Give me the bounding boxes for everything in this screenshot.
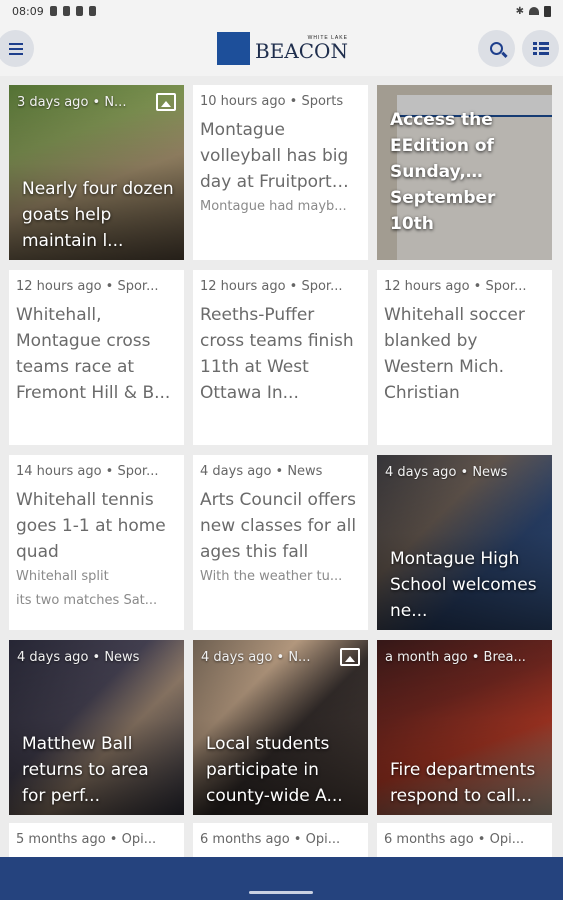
search-button[interactable] (478, 30, 515, 67)
article-title: Local students participate in county-wid… (206, 734, 343, 806)
battery-icon (544, 5, 551, 17)
article-card[interactable]: 12 hours ago • Spor... Whitehall soccer … (377, 270, 552, 445)
article-meta: 12 hours ago • Spor... (16, 279, 159, 294)
status-time: 08:09 (12, 4, 44, 18)
article-meta: 4 days ago • News (385, 465, 508, 480)
article-card[interactable]: 14 hours ago • Spor... Whitehall tennis … (9, 455, 184, 630)
logo-name: BEACON (255, 39, 348, 63)
article-meta: 14 hours ago • Spor... (16, 464, 159, 479)
article-card[interactable]: 4 days ago • News Montague High School w… (377, 455, 552, 630)
search-icon (490, 42, 503, 55)
article-excerpt: Whitehall split (16, 569, 109, 584)
article-meta: a month ago • Brea... (385, 650, 526, 665)
notification-icon (62, 6, 70, 16)
article-card[interactable]: 4 days ago • News Matthew Ball returns t… (9, 640, 184, 815)
article-card[interactable]: 10 hours ago • Sports Montague volleybal… (193, 85, 368, 260)
app-bar: WHITE LAKE BEACON (0, 22, 563, 76)
article-card[interactable]: 4 days ago • News Arts Council offers ne… (193, 455, 368, 630)
article-meta: 4 days ago • News (17, 650, 140, 665)
article-title: Whitehall tennis goes 1-1 at home quad (16, 490, 166, 562)
article-title: Montague High School welcomes ne... (390, 549, 537, 621)
article-excerpt: Montague had mayb... (200, 199, 347, 214)
article-card[interactable]: 3 days ago • N... Nearly four dozen goat… (9, 85, 184, 260)
notification-icon (88, 6, 96, 16)
article-meta: 4 days ago • News (200, 464, 323, 479)
article-meta: 5 months ago • Opi... (16, 832, 157, 847)
article-excerpt: With the weather tu... (200, 569, 343, 584)
article-title: Montague volleyball has big day at Fruit… (200, 120, 349, 192)
article-title: Nearly four dozen goats help maintain l.… (22, 179, 174, 251)
article-meta: 10 hours ago • Sports (200, 94, 344, 109)
home-gesture-handle[interactable] (249, 891, 313, 894)
article-meta: 12 hours ago • Spor... (200, 279, 343, 294)
article-excerpt: its two matches Sat... (16, 593, 158, 608)
gallery-icon (156, 93, 176, 111)
article-title: Arts Council offers new classes for all … (200, 490, 357, 562)
eedition-card[interactable]: Access the EEdition of Sunday, September… (377, 85, 552, 260)
logo-mark (217, 32, 250, 65)
article-title: Reeths-Puffer cross teams finish 11th at… (200, 305, 354, 403)
sections-button[interactable] (522, 30, 559, 67)
gallery-icon (340, 648, 360, 666)
article-meta: 6 months ago • Opi... (200, 832, 341, 847)
article-meta: 6 months ago • Opi... (384, 832, 525, 847)
wifi-icon (529, 7, 539, 15)
article-title: Matthew Ball returns to area for perf... (22, 734, 149, 806)
eedition-title: Access the EEdition of Sunday, September… (390, 110, 496, 234)
hamburger-icon (8, 40, 23, 58)
system-navigation-bar (0, 857, 563, 900)
article-card[interactable]: 12 hours ago • Spor... Reeths-Puffer cro… (193, 270, 368, 445)
article-title: Whitehall, Montague cross teams race at … (16, 305, 171, 403)
article-card[interactable]: 4 days ago • N... Local students partici… (193, 640, 368, 815)
article-meta: 4 days ago • N... (201, 650, 311, 665)
beacon-logo[interactable]: WHITE LAKE BEACON (217, 32, 348, 65)
notification-icon (75, 6, 83, 16)
article-meta: 3 days ago • N... (17, 95, 127, 110)
bluetooth-icon: ✱ (515, 5, 524, 17)
list-icon (532, 42, 549, 55)
article-meta: 12 hours ago • Spor... (384, 279, 527, 294)
article-card[interactable]: a month ago • Brea... Fire departments r… (377, 640, 552, 815)
mail-icon (49, 6, 57, 16)
article-card[interactable]: 12 hours ago • Spor... Whitehall, Montag… (9, 270, 184, 445)
menu-button[interactable] (0, 30, 34, 67)
article-title: Whitehall soccer blanked by Western Mich… (384, 305, 525, 403)
status-bar: 08:09 ✱ (0, 0, 563, 22)
article-title: Fire departments respond to call... (390, 760, 536, 806)
article-grid: 3 days ago • N... Nearly four dozen goat… (9, 85, 552, 815)
